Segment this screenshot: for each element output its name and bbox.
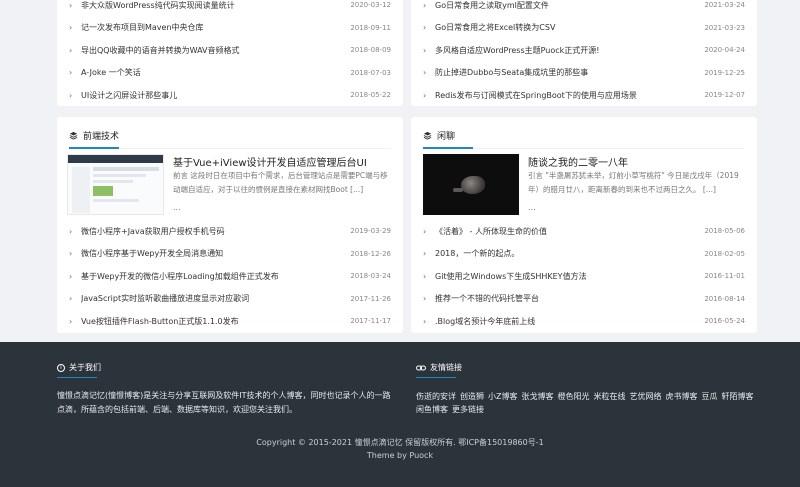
friend-link[interactable]: 闲鱼博客 — [416, 403, 448, 416]
list-item[interactable]: › 推荐一个不错的代码托管平台 2016-08-14 — [423, 288, 745, 311]
friend-link[interactable]: 张戈博客 — [521, 390, 553, 403]
chevron-right-icon: › — [69, 68, 73, 78]
chevron-right-icon: › — [69, 294, 73, 304]
heading-underline — [416, 377, 456, 378]
chevron-right-icon: › — [423, 23, 427, 33]
list-item[interactable]: › 基于Wepy开发的微信小程序Loading加载组件正式发布 2018-03-24 — [69, 265, 391, 288]
featured-thumbnail[interactable] — [67, 154, 164, 215]
chevron-right-icon: › — [423, 316, 427, 326]
chat-card: 闲聊 随谈之我的二零一八年 引言 "半盏屠苏犹未举，灯前小草写桃符" 今日是戊戌… — [411, 117, 757, 333]
list-item[interactable]: › UI设计之闪屏设计那些事儿 2018-05-22 — [69, 84, 391, 107]
list-item[interactable]: › 多风格自适应WordPress主题Puock正式开源! 2020-04-24 — [423, 39, 745, 62]
list-item[interactable]: › A-Joke 一个笑话 2018-07-03 — [69, 62, 391, 85]
link-icon — [416, 364, 426, 372]
layers-icon — [423, 131, 432, 140]
section-title[interactable]: 闲聊 — [437, 129, 455, 142]
links-heading: 友情链接 — [416, 362, 462, 373]
friend-link[interactable]: 虎书博客 — [665, 390, 697, 403]
chevron-right-icon: › — [423, 249, 427, 259]
friend-link[interactable]: 轩陌博客 — [721, 390, 753, 403]
chevron-right-icon: › — [423, 0, 427, 10]
section-heading: 前端技术 — [69, 129, 119, 142]
friend-links: 伤逝的安详 创造狮 小Z博客 张戈博客 橙色阳光 米粒在线 艺优网络 虎书博客 … — [416, 390, 762, 416]
list-item[interactable]: › Vue按钮插件Flash-Button正式版1.1.0发布 2017-11-17 — [69, 310, 391, 333]
chevron-right-icon: › — [69, 226, 73, 236]
list-item[interactable]: › 《活着》 - 人所体现生命的价值 2018-05-06 — [423, 220, 745, 243]
chevron-right-icon: › — [423, 45, 427, 55]
friend-link[interactable]: 艺优网络 — [629, 390, 661, 403]
chevron-right-icon: › — [423, 68, 427, 78]
site-footer: i 关于我们 憧憬点滴记忆(憧憬博客)是关注与分享互联网及软件IT技术的个人博客… — [0, 342, 800, 487]
list-item[interactable]: › Git使用之Windows下生成SHHKEY值方法 2016-11-01 — [423, 265, 745, 288]
heading-underline — [57, 377, 97, 378]
info-icon: i — [57, 363, 65, 372]
chevron-right-icon: › — [69, 249, 73, 259]
section-heading: 闲聊 — [423, 129, 455, 142]
featured-post-more: ... — [173, 203, 181, 212]
heading-underline — [69, 147, 119, 149]
list-item[interactable]: › 记一次发布项目到Maven中央仓库 2018-09-11 — [69, 17, 391, 40]
featured-post-more: ... — [528, 203, 536, 212]
post-list: › 《活着》 - 人所体现生命的价值 2018-05-06 › 2018，一个新的起点… — [423, 220, 745, 333]
friend-link[interactable]: 伤逝的安详 — [416, 390, 456, 403]
featured-thumbnail[interactable] — [423, 154, 519, 215]
list-item[interactable]: › .Blog域名预计今年底前上线 2016-05-24 — [423, 310, 745, 333]
chevron-right-icon: › — [423, 271, 427, 281]
list-item[interactable]: › Go日常食用之读取yml配置文件 2021-03-24 — [423, 0, 745, 17]
chevron-right-icon: › — [69, 271, 73, 281]
post-list: › 微信小程序+Java获取用户授权手机号码 2019-03-29 › 微信小程序基于… — [69, 220, 391, 333]
chevron-right-icon: › — [69, 23, 73, 33]
chevron-right-icon: › — [423, 226, 427, 236]
chevron-right-icon: › — [69, 45, 73, 55]
list-item[interactable]: › Go日常食用之将Excel转换为CSV 2021-03-23 — [423, 17, 745, 40]
featured-post-summary: 前言 这段时日在项目中有个需求，后台管理站点是需要PC端与移动端自适应，对于以往… — [173, 171, 388, 194]
list-item[interactable]: › 微信小程序+Java获取用户授权手机号码 2019-03-29 — [69, 220, 391, 243]
recent-posts-card-left: › 非大众版WordPress纯代码实现阅读量统计 2020-03-12 › 记一次发… — [57, 0, 403, 106]
friend-link[interactable]: 米粒在线 — [593, 390, 625, 403]
featured-post-title[interactable]: 随谈之我的二零一八年 — [528, 154, 748, 169]
recent-posts-card-right: › Go日常食用之读取yml配置文件 2021-03-24 › Go日常食用之将Exc… — [411, 0, 757, 106]
friend-link[interactable]: 创造狮 — [460, 390, 484, 403]
frontend-card: 前端技术 基于Vue+iView设计开发自适应管理后台UI 前言 这段时日在项目… — [57, 117, 403, 333]
list-item[interactable]: › 导出QQ收藏中的语音并转换为WAV音频格式 2018-08-09 — [69, 39, 391, 62]
chevron-right-icon: › — [69, 90, 73, 100]
friend-link[interactable]: 橙色阳光 — [557, 390, 589, 403]
post-list: › 非大众版WordPress纯代码实现阅读量统计 2020-03-12 › 记一次发… — [69, 0, 391, 107]
post-list: › Go日常食用之读取yml配置文件 2021-03-24 › Go日常食用之将Exc… — [423, 0, 745, 107]
theme-credit[interactable]: Theme by Puock — [0, 451, 800, 460]
friend-link[interactable]: 豆瓜 — [701, 390, 717, 403]
friend-link[interactable]: 小Z博客 — [488, 390, 517, 403]
list-item[interactable]: › JavaScript实时监听歌曲播放进度显示对应歌词 2017-11-26 — [69, 288, 391, 311]
layers-icon — [69, 131, 78, 140]
list-item[interactable]: › 2018，一个新的起点。 2018-02-05 — [423, 243, 745, 266]
list-item[interactable]: › 微信小程序基于Wepy开发全局消息通知 2018-12-26 — [69, 243, 391, 266]
about-heading: i 关于我们 — [57, 362, 101, 373]
chevron-right-icon: › — [69, 316, 73, 326]
chevron-right-icon: › — [423, 90, 427, 100]
featured-post-summary: 引言 "半盏屠苏犹未举，灯前小草写桃符" 今日是戊戌年（2019年）的腊月廿八，… — [528, 171, 739, 194]
list-item[interactable]: › 防止掉进Dubbo与Seata集成坑里的那些事 2019-12-25 — [423, 62, 745, 85]
list-item[interactable]: › 非大众版WordPress纯代码实现阅读量统计 2020-03-12 — [69, 0, 391, 17]
section-title[interactable]: 前端技术 — [83, 129, 119, 142]
about-text: 憧憬点滴记忆(憧憬博客)是关注与分享互联网及软件IT技术的个人博客，同时也记录个… — [57, 391, 391, 414]
copyright: Copyright © 2015-2021 憧憬点滴记忆 保留版权所有. 鄂IC… — [256, 438, 544, 447]
more-links[interactable]: 更多链接 — [452, 403, 484, 416]
heading-underline — [423, 147, 473, 149]
chevron-right-icon: › — [423, 294, 427, 304]
chevron-right-icon: › — [69, 0, 73, 10]
featured-post-title[interactable]: 基于Vue+iView设计开发自适应管理后台UI — [173, 154, 393, 169]
list-item[interactable]: › Redis发布与订阅模式在SpringBoot下的使用与应用场景 2019-12… — [423, 84, 745, 107]
